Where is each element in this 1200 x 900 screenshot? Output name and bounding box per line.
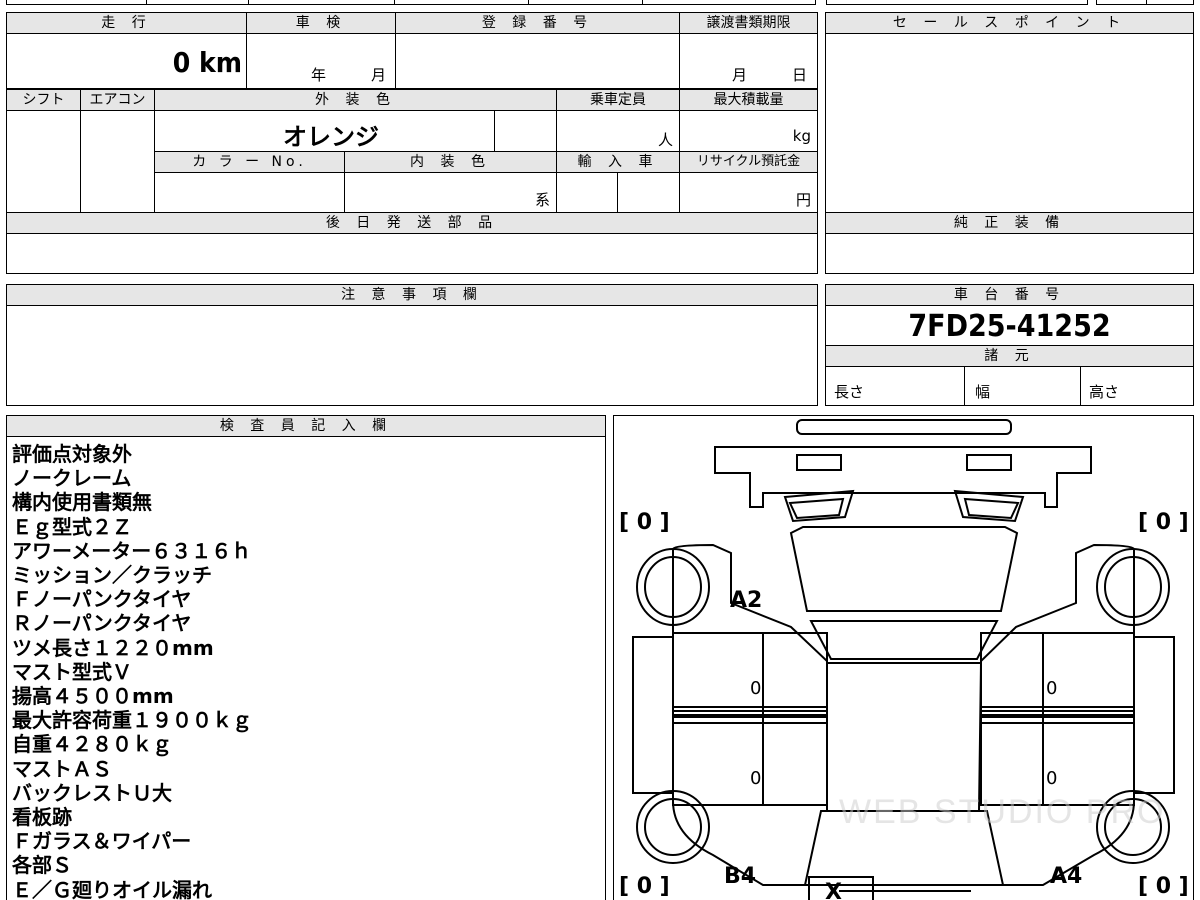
- ac-cell: [80, 110, 155, 213]
- panel-score-left-front: 0: [750, 678, 762, 699]
- transfer-header: 譲渡書類期限: [679, 12, 818, 34]
- shift-cell: [6, 110, 81, 213]
- import-cell-b: [617, 172, 680, 213]
- damage-mark-x: X: [825, 880, 842, 900]
- remark-line: ツメ長さ１２２０mm: [12, 635, 214, 660]
- remark-line: 揚高４５００mm: [12, 684, 174, 709]
- exterior-color-extra-cell: [494, 110, 557, 152]
- damage-mark-b4: B4: [724, 864, 757, 889]
- remark-line: Ｆガラス＆ワイパー: [12, 829, 192, 854]
- inspection-header: 車 検: [246, 12, 396, 34]
- remark-line: マストＡＳ: [12, 756, 112, 781]
- recycle-cell: 円: [679, 172, 818, 213]
- exterior-color-cell: オレンジ: [154, 110, 495, 152]
- height-cell: 高さ: [1080, 366, 1194, 406]
- inspection-cell: 年 月: [246, 33, 396, 89]
- mileage-header: 走 行: [6, 12, 247, 34]
- transfer-month-label: 月: [732, 66, 748, 84]
- inspector-remarks: 評価点対象外 ノークレーム 構内使用書類無 Ｅｇ型式２Ｚ アワーメーター６３１６…: [12, 442, 602, 900]
- capacity-cell: 人: [556, 110, 680, 152]
- transfer-cell: 月 日: [679, 33, 818, 89]
- capacity-unit: 人: [657, 131, 673, 149]
- max-load-unit: kg: [792, 127, 811, 145]
- tire-rear-right-score: [ 0 ]: [1138, 874, 1189, 899]
- interior-color-header: 内 装 色: [344, 151, 557, 173]
- remark-line: 構内使用書類無: [12, 490, 152, 515]
- chassis-cell: 7FD25-41252: [825, 305, 1194, 346]
- genuine-equipment-header: 純 正 装 備: [825, 212, 1194, 234]
- remark-line: 看板跡: [12, 805, 72, 830]
- remark-line: バックレストＵ大: [12, 780, 172, 805]
- genuine-equipment-cell: [825, 233, 1194, 274]
- remark-line: Ｅ／Ｇ廻りオイル漏れ: [12, 877, 212, 900]
- diagram-watermark: WEB STUDIO PRO: [839, 793, 1165, 831]
- color-no-cell: [154, 172, 345, 213]
- sales-point-header: セ ー ル ス ポ イ ン ト: [825, 12, 1194, 34]
- length-cell: 長さ: [825, 366, 965, 406]
- inspection-month-label: 月: [371, 66, 387, 84]
- damage-mark-a2: A2: [730, 588, 763, 613]
- transfer-day-label: 日: [792, 66, 808, 84]
- color-no-header: カ ラ ー No.: [154, 151, 345, 173]
- inspector-header: 検 査 員 記 入 欄: [6, 415, 606, 437]
- remark-line: Ｅｇ型式２Ｚ: [12, 514, 132, 539]
- remark-line: Ｆノーパンクタイヤ: [12, 587, 192, 612]
- later-parts-header: 後 日 発 送 部 品: [6, 212, 818, 234]
- registration-cell: [395, 33, 680, 89]
- panel-score-right-rear: 0: [1046, 768, 1058, 789]
- remark-line: ミッション／クラッチ: [12, 563, 212, 588]
- width-cell: 幅: [964, 366, 1081, 406]
- remark-line: 自重４２８０ｋｇ: [12, 732, 172, 757]
- length-label: 長さ: [834, 383, 865, 401]
- tire-front-left-score: [ 0 ]: [619, 510, 670, 535]
- max-load-header: 最大積載量: [679, 89, 818, 111]
- notes-cell: [6, 305, 818, 406]
- remark-line: 評価点対象外: [12, 442, 132, 466]
- top-strip: [6, 0, 1194, 6]
- capacity-header: 乗車定員: [556, 89, 680, 111]
- panel-score-left-rear: 0: [750, 768, 762, 789]
- later-parts-cell: [6, 233, 818, 274]
- damage-mark-a4: A4: [1050, 864, 1083, 889]
- panel-score-right-front: 0: [1046, 678, 1058, 699]
- recycle-header: リサイクル預託金: [679, 151, 818, 173]
- import-cell-a: [556, 172, 618, 213]
- remark-line: ノークレーム: [12, 466, 132, 491]
- registration-header: 登 録 番 号: [395, 12, 680, 34]
- recycle-unit: 円: [795, 191, 811, 209]
- mileage-value: 0 km: [172, 46, 242, 79]
- height-label: 高さ: [1089, 383, 1120, 401]
- remark-line: 各部Ｓ: [12, 853, 72, 878]
- specs-header: 諸 元: [825, 345, 1194, 367]
- tire-front-right-score: [ 0 ]: [1138, 510, 1189, 535]
- remark-line: Ｒノーパンクタイヤ: [12, 611, 192, 636]
- exterior-color-header: 外 装 色: [154, 89, 557, 111]
- vehicle-diagram: WEB STUDIO PRO: [632, 419, 1175, 900]
- remark-line: 最大許容荷重１９００ｋｇ: [12, 708, 252, 733]
- sales-point-cell: [825, 33, 1194, 213]
- tire-rear-left-score: [ 0 ]: [619, 874, 670, 899]
- remark-line: アワーメーター６３１６ｈ: [12, 538, 252, 563]
- inspection-year-label: 年: [311, 66, 327, 84]
- exterior-color-value: オレンジ: [283, 123, 379, 151]
- chassis-header: 車 台 番 号: [825, 284, 1194, 306]
- interior-color-cell: 系: [344, 172, 557, 213]
- shift-header: シフト: [6, 89, 81, 111]
- chassis-number: 7FD25-41252: [908, 309, 1111, 344]
- width-label: 幅: [975, 383, 991, 401]
- remark-line: マスト型式Ｖ: [12, 659, 132, 684]
- ac-header: エアコン: [80, 89, 155, 111]
- interior-unit: 系: [534, 191, 550, 209]
- mileage-cell: 0 km: [6, 33, 247, 89]
- max-load-cell: kg: [679, 110, 818, 152]
- notes-header: 注 意 事 項 欄: [6, 284, 818, 306]
- import-header: 輸 入 車: [556, 151, 680, 173]
